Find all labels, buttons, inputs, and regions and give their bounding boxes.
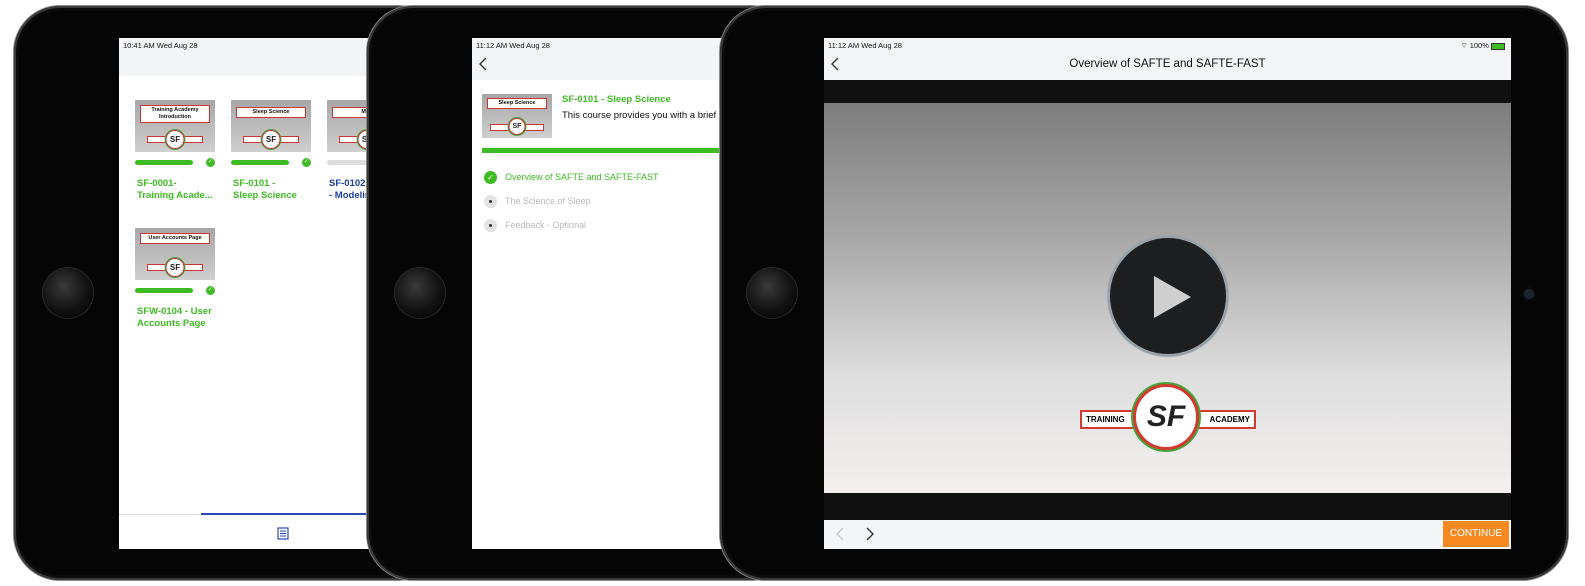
lesson-title: Overview of SAFTE and SAFTE-FAST xyxy=(1069,58,1266,70)
chevron-left-icon xyxy=(479,57,487,71)
logo-right-text: Academy xyxy=(1209,415,1250,424)
progress-track xyxy=(135,288,193,293)
ipad-frame-video-player: 11:12 AM Wed Aug 28 ⌔ 100% Overview of S… xyxy=(720,6,1568,580)
course-label-line1: SF-0001- xyxy=(137,178,177,189)
bullet-icon xyxy=(484,195,497,208)
course-label: SF-0101 - Sleep Science xyxy=(233,178,297,202)
sf-logo: SF xyxy=(165,130,185,149)
check-icon: ✓ xyxy=(484,171,497,184)
home-button[interactable] xyxy=(395,268,445,318)
course-title: SF-0101 - Sleep Science xyxy=(562,94,671,105)
course-card[interactable]: Sleep Science SF ✓ SF-0101 - Sleep Scien… xyxy=(231,100,315,210)
course-label-line2: Training Acade... xyxy=(137,190,213,201)
book-icon xyxy=(277,527,289,540)
wifi-icon: ⌔ xyxy=(1460,41,1468,50)
home-button[interactable] xyxy=(43,268,93,318)
lesson-label: Overview of SAFTE and SAFTE-FAST xyxy=(505,172,659,182)
course-card[interactable]: User Accounts Page SF ✓ SFW-0104 - User … xyxy=(135,228,235,338)
battery-percent: 100% xyxy=(1469,41,1489,50)
course-label: SF-0001- Training Acade... xyxy=(137,178,213,202)
tab-courses[interactable] xyxy=(277,527,289,540)
continue-button[interactable]: CONTINUE xyxy=(1443,521,1509,547)
bullet-icon xyxy=(484,219,497,232)
course-label-line2: Sleep Science xyxy=(233,190,297,201)
thumbnail-title: User Accounts Page xyxy=(140,233,210,244)
check-icon: ✓ xyxy=(302,158,311,167)
next-button[interactable] xyxy=(866,527,878,543)
progress-fill xyxy=(135,160,193,165)
tab-indicator xyxy=(201,513,371,515)
play-button[interactable] xyxy=(1110,238,1226,354)
video-lesson-screen: 11:12 AM Wed Aug 28 ⌔ 100% Overview of S… xyxy=(824,38,1511,549)
video-player[interactable]: Training Academy SF xyxy=(824,80,1511,520)
training-academy-logo: Training Academy SF xyxy=(1080,381,1256,455)
course-thumbnail: User Accounts Page SF xyxy=(135,228,215,280)
course-thumbnail: Sleep Science SF xyxy=(482,94,552,138)
thumbnail-title: Sleep Science xyxy=(487,98,547,109)
prev-button[interactable] xyxy=(836,527,848,543)
progress-fill xyxy=(231,160,289,165)
home-button[interactable] xyxy=(747,268,797,318)
play-icon xyxy=(1154,276,1191,318)
thumbnail-title: Sleep Science xyxy=(236,107,306,118)
battery-icon xyxy=(1491,42,1505,50)
status-time: 11:12 AM Wed Aug 28 xyxy=(476,41,550,50)
video-frame: Training Academy SF xyxy=(824,103,1511,493)
lesson-label: The Science of Sleep xyxy=(505,196,591,206)
sf-logo: SF xyxy=(1133,384,1199,450)
status-time: 10:41 AM Wed Aug 28 xyxy=(123,41,198,50)
course-label-line1: SF-0101 - xyxy=(233,178,276,189)
thumbnail-title: Training Academy Introduction xyxy=(140,105,210,123)
sf-logo: SF xyxy=(261,130,281,149)
progress-track xyxy=(135,160,193,165)
course-label-line2: Accounts Page xyxy=(137,318,206,329)
check-icon: ✓ xyxy=(206,286,215,295)
course-label-line1: SF-0102 xyxy=(329,178,366,189)
battery-status: ⌔ 100% xyxy=(1461,41,1505,51)
course-label-line1: SFW-0104 - User xyxy=(137,306,212,317)
course-description: This course provides you with a brief h xyxy=(562,110,725,121)
course-thumbnail: Training Academy Introduction SF xyxy=(135,100,215,152)
course-card[interactable]: Training Academy Introduction SF ✓ SF-00… xyxy=(135,100,219,210)
front-camera xyxy=(1524,289,1534,299)
chevron-right-icon xyxy=(866,527,874,541)
sf-logo: SF xyxy=(165,258,185,277)
course-thumbnail: Sleep Science SF xyxy=(231,100,311,152)
back-button[interactable] xyxy=(478,56,494,74)
progress-track xyxy=(231,160,289,165)
course-label: SF-0102 - Modelin xyxy=(329,178,371,202)
progress-fill xyxy=(135,288,193,293)
course-label: SFW-0104 - User Accounts Page xyxy=(137,306,212,330)
sf-logo: SF xyxy=(508,118,526,135)
check-icon: ✓ xyxy=(206,158,215,167)
chevron-left-icon xyxy=(836,527,844,541)
bottom-toolbar: CONTINUE xyxy=(824,520,1511,549)
course-label-line2: - Modelin xyxy=(329,190,371,201)
logo-left-text: Training xyxy=(1086,415,1125,424)
status-time: 11:12 AM Wed Aug 28 xyxy=(828,41,902,50)
lesson-label: Feedback - Optional xyxy=(505,220,587,230)
status-bar: 11:12 AM Wed Aug 28 ⌔ 100% xyxy=(824,38,1511,52)
